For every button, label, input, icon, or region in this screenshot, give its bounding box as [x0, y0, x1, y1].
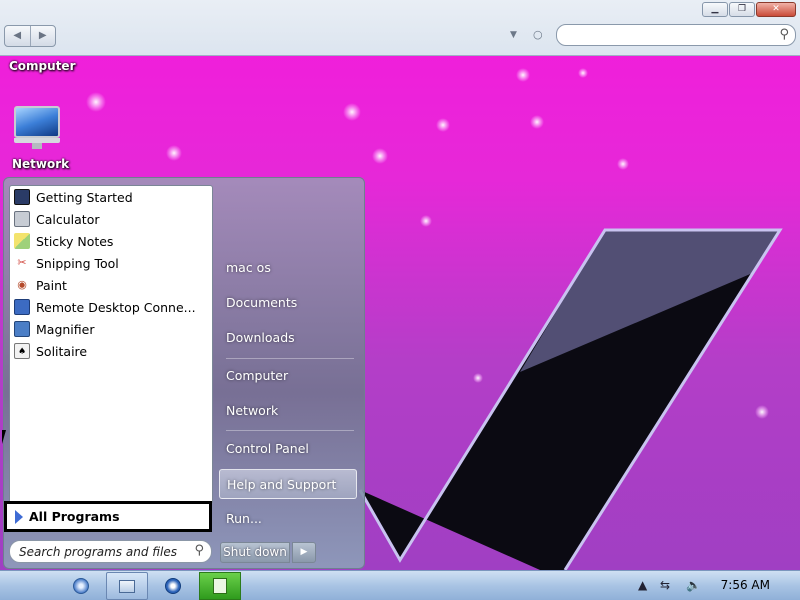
explorer-window-icon[interactable] — [106, 572, 148, 600]
clock[interactable]: 7:56 AM — [721, 578, 770, 592]
start-item-network[interactable]: Network — [219, 396, 357, 426]
program-getting-started[interactable]: Getting Started — [14, 186, 210, 208]
solitaire-icon: ♠ — [14, 343, 30, 359]
window-search-input[interactable]: ⚲ — [556, 24, 796, 46]
shut-down-options-arrow-icon[interactable]: ▶ — [292, 542, 316, 563]
start-item-documents[interactable]: Documents — [219, 288, 357, 318]
window-toolbar: ▁ ❐ ✕ ◀ ▶ ▼ ○ ⚲ — [0, 0, 800, 56]
search-icon: ⚲ — [779, 27, 789, 42]
program-label: Snipping Tool — [36, 255, 119, 271]
snipping-tool-icon: ✂ — [17, 256, 27, 269]
show-hidden-icons-icon[interactable]: ▲ — [638, 578, 647, 592]
remote-desktop-icon — [14, 299, 30, 315]
navigation-buttons: ◀ ▶ — [4, 25, 56, 47]
search-placeholder: Search programs and files — [19, 545, 177, 559]
address-dropdown-icon[interactable]: ▼ — [510, 30, 517, 40]
paint-icon: ◉ — [17, 278, 27, 291]
menu-separator — [226, 430, 354, 431]
menu-separator — [226, 358, 354, 359]
program-label: Remote Desktop Conne... — [36, 299, 196, 315]
all-programs-label: All Programs — [29, 509, 120, 524]
desktop-icon-network-label[interactable]: Network — [12, 157, 69, 171]
program-label: Paint — [36, 277, 67, 293]
programs-list: Getting Started Calculator Sticky Notes … — [9, 185, 213, 503]
getting-started-icon — [14, 189, 30, 205]
shut-down-button[interactable]: Shut down — [220, 542, 290, 563]
close-button[interactable]: ✕ — [756, 2, 796, 17]
start-search-input[interactable]: Search programs and files ⚲ — [9, 540, 212, 563]
search-icon: ⚲ — [194, 543, 204, 558]
program-label: Calculator — [36, 211, 100, 227]
start-item-help-and-support[interactable]: Help and Support — [219, 469, 357, 499]
start-item-control-panel[interactable]: Control Panel — [219, 434, 357, 464]
apple-start-icon[interactable] — [12, 572, 44, 600]
refresh-icon[interactable]: ○ — [533, 28, 543, 41]
all-programs-arrow-icon — [15, 509, 23, 524]
network-icon[interactable]: ⇆ — [660, 578, 670, 592]
start-menu: Getting Started Calculator Sticky Notes … — [3, 177, 365, 569]
start-item-downloads[interactable]: Downloads — [219, 323, 357, 353]
calculator-icon — [14, 211, 30, 227]
program-paint[interactable]: ◉ Paint — [14, 274, 210, 296]
forward-arrow-icon[interactable]: ▶ — [29, 26, 56, 46]
program-magnifier[interactable]: Magnifier — [14, 318, 210, 340]
program-sticky-notes[interactable]: Sticky Notes — [14, 230, 210, 252]
maximize-button[interactable]: ❐ — [729, 2, 755, 17]
start-item-run[interactable]: Run... — [219, 504, 357, 534]
program-remote-desktop[interactable]: Remote Desktop Conne... — [14, 296, 210, 318]
volume-muted-icon[interactable]: 🔈 — [686, 578, 701, 592]
magnifier-icon — [14, 321, 30, 337]
start-item-computer[interactable]: Computer — [219, 361, 357, 391]
program-label: Solitaire — [36, 343, 88, 359]
program-label: Getting Started — [36, 189, 133, 205]
all-programs-button[interactable]: All Programs — [4, 501, 212, 532]
program-label: Magnifier — [36, 321, 95, 337]
program-snipping-tool[interactable]: ✂ Snipping Tool — [14, 252, 210, 274]
minimize-button[interactable]: ▁ — [702, 2, 728, 17]
browser-globe-icon[interactable] — [64, 572, 98, 600]
start-item-mac-os[interactable]: mac os — [219, 253, 357, 283]
desktop-icon-computer-label[interactable]: Computer — [9, 59, 75, 73]
program-calculator[interactable]: Calculator — [14, 208, 210, 230]
program-label: Sticky Notes — [36, 233, 114, 249]
network-computer-icon[interactable] — [14, 106, 60, 150]
sticky-notes-icon — [14, 233, 30, 249]
back-arrow-icon[interactable]: ◀ — [5, 26, 30, 46]
green-app-icon[interactable] — [199, 572, 241, 600]
mouse-cursor-icon — [2, 430, 6, 444]
window-controls: ▁ ❐ ✕ — [702, 2, 796, 17]
quicktime-icon[interactable] — [155, 572, 191, 600]
program-solitaire[interactable]: ♠ Solitaire — [14, 340, 210, 362]
taskbar: ▲ ⇆ 🔈 7:56 AM — [0, 570, 800, 600]
